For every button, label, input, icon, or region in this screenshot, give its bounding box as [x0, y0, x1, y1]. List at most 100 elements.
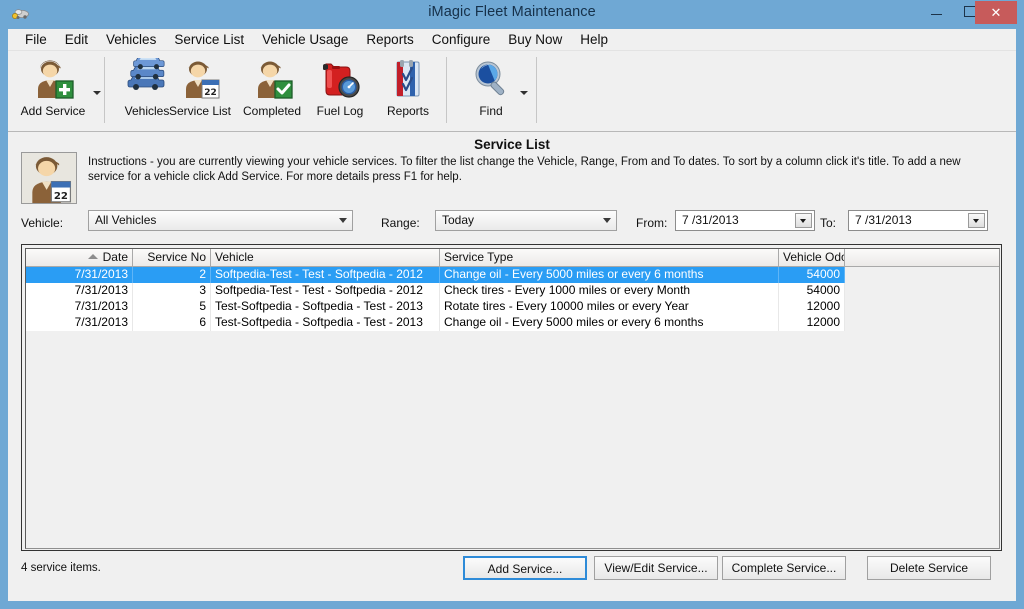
- range-label: Range:: [381, 216, 420, 230]
- toolbar: Add Service Vehicles 22 Service List Com…: [8, 51, 1016, 132]
- service-list-inner: Date Service No Vehicle Service Type Veh: [25, 248, 1000, 549]
- cell-service-no: 5: [133, 299, 211, 315]
- cars-icon: [125, 54, 169, 100]
- table-row[interactable]: 7/31/2013 5 Test-Softpedia - Softpedia -…: [26, 299, 999, 315]
- row-filler: [845, 283, 999, 299]
- service-list-table[interactable]: Date Service No Vehicle Service Type Veh: [21, 244, 1002, 551]
- menu-vehicles[interactable]: Vehicles: [97, 30, 165, 49]
- vehicle-label: Vehicle:: [21, 216, 64, 230]
- column-header-vehicle-odo-label: Vehicle Odo: [783, 250, 845, 264]
- column-header-vehicle-odo[interactable]: Vehicle Odo: [779, 249, 845, 267]
- toolbar-service-list[interactable]: 22 Service List: [165, 53, 235, 127]
- complete-service-button[interactable]: Complete Service...: [722, 556, 846, 580]
- from-date-dropdown-button[interactable]: [795, 213, 812, 228]
- cell-service-type: Rotate tires - Every 10000 miles or ever…: [440, 299, 779, 315]
- instructions-text: Instructions - you are currently viewing…: [88, 156, 961, 183]
- application-window: iMagic Fleet Maintenance ✕ File Edit Veh…: [0, 0, 1024, 609]
- menu-service-list[interactable]: Service List: [165, 30, 253, 49]
- filter-bar: Vehicle: All Vehicles Range: Today From:…: [8, 210, 1016, 238]
- table-row[interactable]: 7/31/2013 2 Softpedia-Test - Test - Soft…: [26, 267, 999, 283]
- delete-service-button[interactable]: Delete Service: [867, 556, 991, 580]
- menu-file[interactable]: File: [16, 30, 56, 49]
- window-title: iMagic Fleet Maintenance: [428, 4, 596, 20]
- column-header-service-no-label: Service No: [147, 250, 206, 264]
- cell-vehicle: Test-Softpedia - Softpedia - Test - 2013: [211, 315, 440, 331]
- row-filler: [845, 267, 999, 283]
- menu-configure[interactable]: Configure: [423, 30, 500, 49]
- cell-service-no: 6: [133, 315, 211, 331]
- column-header-service-no[interactable]: Service No: [133, 249, 211, 267]
- svg-text:22: 22: [204, 88, 217, 98]
- instruction-person-calendar-icon: 22: [21, 152, 77, 204]
- table-body: 7/31/2013 2 Softpedia-Test - Test - Soft…: [26, 267, 999, 548]
- magnifier-icon: [469, 58, 513, 100]
- from-label: From:: [636, 216, 668, 230]
- menu-edit[interactable]: Edit: [56, 30, 97, 49]
- vehicle-select[interactable]: All Vehicles: [88, 210, 353, 231]
- menu-help[interactable]: Help: [571, 30, 617, 49]
- column-header-filler: [845, 249, 999, 267]
- chevron-down-icon: [603, 218, 611, 223]
- table-header-row: Date Service No Vehicle Service Type Veh: [26, 249, 999, 267]
- toolbar-find[interactable]: Find: [456, 53, 526, 127]
- client-area: File Edit Vehicles Service List Vehicle …: [8, 29, 1016, 601]
- cell-date: 7/31/2013: [26, 315, 133, 331]
- toolbar-fuel-log[interactable]: Fuel Log: [305, 53, 375, 127]
- menu-bar: File Edit Vehicles Service List Vehicle …: [8, 29, 1016, 51]
- cell-vehicle-odo: 54000: [779, 267, 845, 283]
- menu-buy-now[interactable]: Buy Now: [499, 30, 571, 49]
- cell-date: 7/31/2013: [26, 283, 133, 299]
- close-icon: ✕: [990, 5, 1002, 20]
- to-date-dropdown-button[interactable]: [968, 213, 985, 228]
- toolbar-add-service-label: Add Service: [20, 104, 86, 118]
- toolbar-fuel-log-label: Fuel Log: [316, 104, 364, 118]
- row-filler: [845, 299, 999, 315]
- toolbar-reports[interactable]: Reports: [373, 53, 443, 127]
- close-button[interactable]: ✕: [975, 1, 1017, 24]
- from-date-input[interactable]: 7 /31/2013: [675, 210, 815, 231]
- column-header-vehicle[interactable]: Vehicle: [211, 249, 440, 267]
- table-row[interactable]: 7/31/2013 6 Test-Softpedia - Softpedia -…: [26, 315, 999, 331]
- toolbar-separator-1: [104, 57, 105, 123]
- menu-reports[interactable]: Reports: [357, 30, 422, 49]
- menu-vehicle-usage[interactable]: Vehicle Usage: [253, 30, 357, 49]
- cell-date: 7/31/2013: [26, 267, 133, 283]
- chevron-down-icon: [339, 218, 347, 223]
- toolbar-service-list-label: Service List: [168, 104, 232, 118]
- person-add-icon: [31, 58, 75, 100]
- title-bar: iMagic Fleet Maintenance ✕: [0, 0, 1024, 29]
- add-service-button[interactable]: Add Service...: [463, 556, 587, 580]
- vehicle-select-value: All Vehicles: [95, 213, 157, 227]
- toolbar-separator-3: [536, 57, 537, 123]
- toolbar-find-label: Find: [479, 104, 503, 118]
- view-edit-service-button[interactable]: View/Edit Service...: [594, 556, 718, 580]
- range-select[interactable]: Today: [435, 210, 617, 231]
- to-date-value: 7 /31/2013: [855, 213, 912, 227]
- cell-vehicle-odo: 54000: [779, 283, 845, 299]
- table-row[interactable]: 7/31/2013 3 Softpedia-Test - Test - Soft…: [26, 283, 999, 299]
- person-check-icon: [250, 58, 294, 100]
- cell-vehicle-odo: 12000: [779, 299, 845, 315]
- column-header-date[interactable]: Date: [26, 249, 133, 267]
- cell-vehicle: Softpedia-Test - Test - Softpedia - 2012: [211, 267, 440, 283]
- service-list-panel: Service List 22 Instructions - you are c…: [8, 132, 1016, 601]
- to-date-input[interactable]: 7 /31/2013: [848, 210, 988, 231]
- from-date-value: 7 /31/2013: [682, 213, 739, 227]
- page-title: Service List: [474, 137, 550, 152]
- cell-service-type: Change oil - Every 5000 miles or every 6…: [440, 315, 779, 331]
- toolbar-completed[interactable]: Completed: [237, 53, 307, 127]
- find-dropdown-arrow[interactable]: [520, 91, 528, 95]
- add-service-dropdown-arrow[interactable]: [93, 91, 101, 95]
- sort-ascending-icon: [87, 254, 98, 259]
- cell-vehicle-odo: 12000: [779, 315, 845, 331]
- cell-service-no: 3: [133, 283, 211, 299]
- cell-date: 7/31/2013: [26, 299, 133, 315]
- minimize-icon: [931, 14, 942, 15]
- toolbar-completed-label: Completed: [242, 104, 302, 118]
- minimize-button[interactable]: [922, 1, 952, 22]
- toolbar-add-service[interactable]: Add Service: [14, 53, 92, 127]
- row-filler: [845, 315, 999, 331]
- chevron-down-icon: [973, 219, 979, 223]
- column-header-service-type[interactable]: Service Type: [440, 249, 779, 267]
- column-header-date-label: Date: [102, 250, 128, 264]
